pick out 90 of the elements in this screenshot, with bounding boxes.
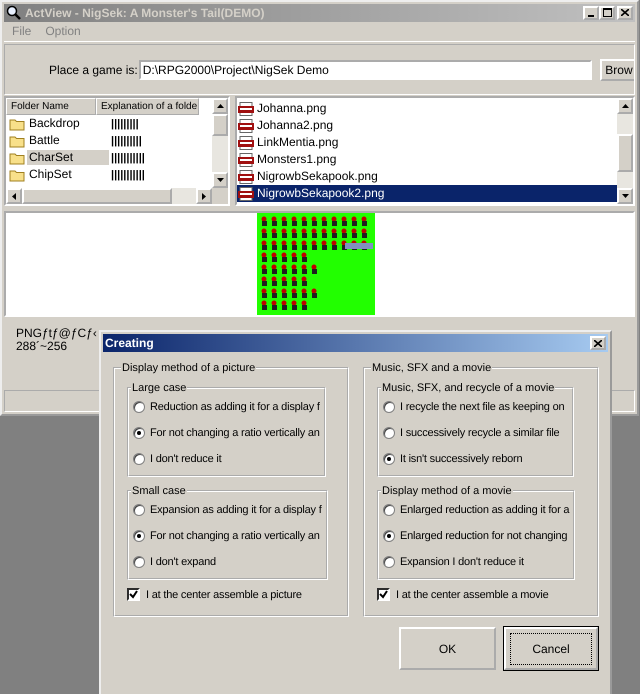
folder-explanation: |||||||||| — [111, 134, 142, 147]
radio-button[interactable] — [383, 453, 395, 465]
maximize-button[interactable] — [599, 6, 615, 20]
option-label: I recycle the next file as keeping on — [400, 401, 564, 413]
folder-icon — [9, 134, 25, 148]
column-header[interactable]: Explanation of a folde — [96, 98, 200, 116]
arrow-up-icon — [216, 104, 224, 108]
close-button[interactable] — [590, 336, 606, 350]
png-file-icon — [238, 118, 254, 133]
png-file-icon — [238, 170, 254, 184]
radio-button[interactable] — [383, 427, 395, 439]
folder-name[interactable]: Backdrop — [27, 116, 109, 132]
png-file-icon — [238, 186, 254, 201]
radio-button[interactable] — [383, 401, 395, 413]
path-label: Place a game is: — [49, 62, 138, 77]
list-item[interactable]: Johanna2.png — [237, 117, 617, 134]
path-field[interactable]: D:\RPG2000\Project\NigSek Demo — [138, 60, 592, 80]
option-label: For not changing a ratio vertically an — [150, 427, 320, 439]
radio-button[interactable] — [133, 556, 145, 568]
checkbox[interactable] — [127, 588, 140, 601]
option-label: Expansion as adding it for a display f — [150, 504, 322, 516]
arrow-down-icon — [216, 178, 224, 182]
close-icon — [594, 340, 602, 346]
radio-button[interactable] — [383, 530, 395, 542]
radio-button[interactable] — [133, 453, 145, 465]
scroll-bar[interactable] — [6, 188, 228, 204]
list-item[interactable]: Johanna.png — [237, 100, 617, 118]
radio-button[interactable] — [383, 556, 395, 568]
minimize-button[interactable] — [583, 6, 599, 20]
png-file-icon — [238, 102, 254, 116]
option-label: Expansion I don't reduce it — [400, 556, 524, 568]
folder-explanation: ||||||||||| — [111, 152, 145, 164]
folder-icon — [9, 168, 25, 182]
scroll-thumb[interactable] — [22, 188, 172, 204]
radio-button[interactable] — [133, 427, 145, 439]
ok-button[interactable]: OK — [399, 627, 496, 670]
folder-explanation: ||||||||||| — [111, 168, 145, 181]
option-label: Enlarged reduction for not changing — [400, 530, 568, 542]
image-info-text: PNGƒtƒ@ƒCƒ‹ — [16, 327, 97, 340]
arrow-up-icon — [622, 104, 628, 108]
group-title: Music, SFX, and recycle of a movie — [381, 382, 556, 394]
maximize-icon — [602, 8, 612, 18]
option-label: I don't reduce it — [150, 453, 222, 465]
close-button[interactable] — [617, 6, 633, 20]
option-label: I don't expand — [150, 556, 216, 568]
option-label: I successively recycle a similar file — [400, 427, 560, 439]
scroll-bar[interactable] — [212, 98, 228, 188]
option-label: For not changing a ratio vertically an — [150, 530, 320, 542]
folder-explanation: ||||||||| — [111, 118, 139, 130]
column-header[interactable]: Folder Name — [6, 98, 96, 116]
scroll-corner — [212, 188, 228, 204]
image-info-text: 288´~256 — [16, 340, 68, 354]
folder-name[interactable]: ChipSet — [27, 167, 109, 182]
scroll-thumb[interactable] — [617, 134, 633, 172]
arrow-left-icon — [12, 192, 16, 200]
checkbox[interactable] — [377, 588, 390, 601]
window-title: ActView - NigSek: A Monster's Tail(DEMO) — [25, 6, 266, 20]
cancel-button[interactable]: Cancel — [504, 627, 598, 670]
png-file-icon — [238, 136, 254, 150]
scroll-thumb[interactable] — [212, 114, 228, 136]
checkbox-label: I at the center assemble a picture — [146, 588, 302, 600]
group-title: Display method of a picture — [121, 362, 256, 374]
list-item[interactable]: NigrowbSekapook2.png — [237, 185, 617, 202]
radio-button[interactable] — [383, 504, 395, 516]
option-label: Enlarged reduction as adding it for a — [400, 504, 570, 516]
png-file-icon — [238, 152, 254, 167]
magnifier-icon — [6, 4, 22, 21]
scroll-bar[interactable] — [617, 98, 633, 204]
arrow-right-icon — [202, 192, 206, 200]
group-title: Music, SFX and a movie — [371, 362, 492, 374]
option-label: It isn't successively reborn — [400, 453, 522, 465]
radio-button[interactable] — [133, 401, 145, 413]
list-item[interactable]: LinkMentia.png — [237, 134, 617, 152]
close-icon — [621, 9, 629, 16]
option-label: Reduction as adding it for a display f — [150, 401, 320, 413]
browse-button[interactable]: Brow — [600, 58, 634, 81]
list-item[interactable]: NigrowbSekapook.png — [237, 168, 617, 186]
folder-name[interactable]: CharSet — [27, 150, 109, 166]
minimize-icon — [588, 14, 594, 17]
group-title: Small case — [131, 485, 187, 497]
arrow-down-icon — [622, 194, 628, 198]
checkbox-label: I at the center assemble a movie — [396, 588, 549, 600]
radio-button[interactable] — [133, 530, 145, 542]
group-title: Display method of a movie — [381, 485, 513, 497]
radio-button[interactable] — [133, 504, 145, 516]
group-title: Large case — [131, 382, 188, 394]
list-item[interactable]: Monsters1.png — [237, 151, 617, 168]
dialog-title: Creating — [105, 336, 154, 350]
folder-icon — [9, 150, 25, 165]
folder-name[interactable]: Battle — [27, 133, 109, 148]
